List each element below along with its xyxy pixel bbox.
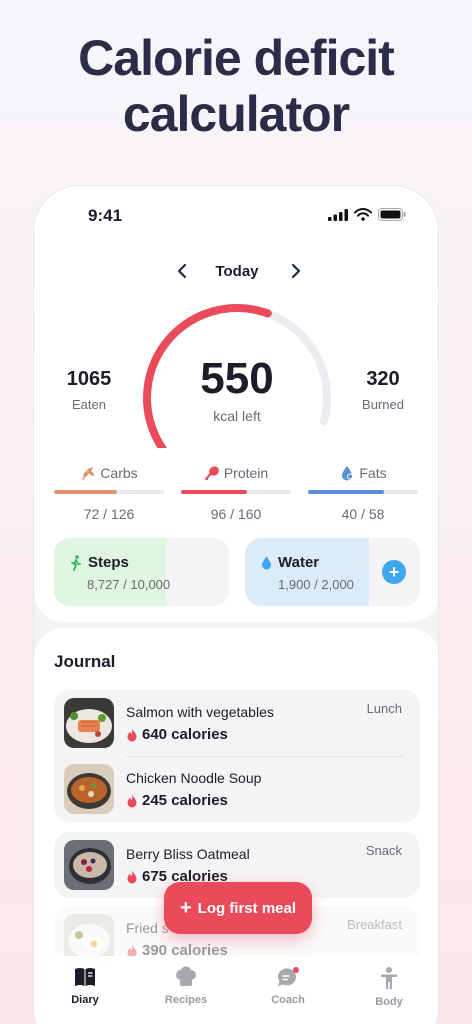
walking-icon: [71, 554, 81, 571]
meal-group-lunch[interactable]: Salmon with vegetables 640 calories Lunc…: [54, 690, 420, 822]
eaten-label: Eaten: [72, 397, 106, 412]
tab-recipes[interactable]: Recipes: [151, 966, 221, 1006]
tab-body[interactable]: Body: [354, 966, 424, 1008]
water-progress-fill: [245, 538, 370, 606]
macro-fats-label: Fats: [359, 465, 387, 481]
tab-body-label: Body: [375, 996, 403, 1008]
water-tile[interactable]: Water 1,900 / 2,000 +: [245, 538, 420, 606]
tab-coach[interactable]: Coach: [253, 966, 323, 1006]
wifi-icon: [354, 208, 372, 221]
oil-icon: [342, 466, 354, 481]
meal-calories: 245 calories: [126, 792, 228, 809]
water-title: Water: [278, 554, 320, 571]
burned-label: Burned: [362, 397, 404, 412]
meal-item[interactable]: Salmon with vegetables 640 calories Lunc…: [54, 690, 420, 756]
water-drop-icon: [262, 556, 271, 569]
chat-icon: [277, 967, 299, 986]
meal-tag: Snack: [365, 843, 402, 858]
chef-hat-icon: [176, 966, 196, 986]
meal-tag: Breakfast: [347, 917, 402, 932]
macro-fats-bar-fill: [308, 490, 384, 494]
macro-carbs-value: 72 / 126: [83, 506, 135, 522]
body-icon: [381, 967, 397, 989]
macro-protein: Protein 96 / 160: [181, 464, 291, 522]
headline-line-1: Calorie deficit: [78, 30, 395, 86]
date-navigator: Today: [34, 260, 438, 282]
flame-icon: [127, 728, 137, 741]
eaten-stat: 1065 Eaten: [44, 368, 134, 412]
meal-name: Berry Bliss Oatmeal: [126, 846, 250, 862]
status-time: 9:41: [88, 206, 123, 225]
plus-icon: +: [179, 897, 192, 919]
meal-photo-soup: [64, 764, 114, 814]
meal-item[interactable]: Chicken Noodle Soup 245 calories: [54, 756, 420, 822]
signal-icon: [328, 208, 348, 221]
summary-card: 9:41 Today 550 kcal left 1065 Eaten 320 …: [34, 186, 438, 622]
macro-carbs-bar: [54, 490, 164, 494]
add-water-button[interactable]: +: [382, 560, 406, 584]
macro-protein-bar: [181, 490, 291, 494]
steps-title: Steps: [88, 554, 129, 571]
headline-line-2: calculator: [122, 86, 350, 142]
macro-carbs-label: Carbs: [100, 465, 138, 481]
macro-fats: Fats 40 / 58: [308, 464, 418, 522]
steps-tile[interactable]: Steps 8,727 / 10,000: [54, 538, 229, 606]
chevron-right-icon[interactable]: [284, 260, 306, 282]
burned-stat: 320 Burned: [338, 368, 428, 412]
status-bar: 9:41: [34, 206, 438, 226]
eaten-value: 1065: [66, 368, 112, 390]
meal-tag: Lunch: [366, 701, 402, 716]
flame-icon: [127, 870, 137, 883]
meal-photo-salmon: [64, 698, 114, 748]
macro-carbs-bar-fill: [54, 490, 117, 494]
meal-name: Salmon with vegetables: [126, 704, 274, 720]
meal-name: Chicken Noodle Soup: [126, 770, 262, 786]
meal-calories: 640 calories: [126, 726, 228, 743]
book-icon: [75, 968, 95, 986]
tab-bar: Diary Recipes Coach Body: [34, 956, 438, 1024]
wheat-icon: [82, 467, 95, 480]
tab-diary-label: Diary: [71, 994, 99, 1006]
steps-value: 8,727 / 10,000: [87, 577, 171, 592]
log-first-meal-label: Log first meal: [197, 899, 297, 917]
phone-frame: 9:41 Today 550 kcal left 1065 Eaten 320 …: [33, 185, 439, 1024]
battery-icon: [378, 208, 406, 221]
log-first-meal-button[interactable]: + Log first meal: [164, 882, 312, 934]
macro-carbs: Carbs 72 / 126: [54, 464, 164, 522]
tab-coach-label: Coach: [271, 994, 305, 1006]
page-headline: Calorie deficit calculator: [0, 30, 472, 142]
drumstick-icon: [204, 466, 219, 481]
steps-progress-fill: [54, 538, 167, 606]
tab-recipes-label: Recipes: [164, 994, 208, 1006]
meal-calories-text: 245 calories: [142, 792, 228, 809]
macro-fats-value: 40 / 58: [341, 506, 385, 522]
flame-icon: [127, 794, 137, 807]
macro-protein-bar-fill: [181, 490, 247, 494]
macro-protein-label: Protein: [223, 465, 269, 481]
tab-diary[interactable]: Diary: [50, 966, 120, 1006]
burned-value: 320: [366, 368, 400, 390]
meal-photo-oatmeal: [64, 840, 114, 890]
water-value: 1,900 / 2,000: [278, 577, 354, 592]
meal-name: Fried s: [126, 920, 169, 936]
date-label: Today: [215, 263, 259, 280]
meal-calories-text: 640 calories: [142, 726, 228, 743]
journal-title: Journal: [54, 652, 116, 671]
macro-fats-bar: [308, 490, 418, 494]
macro-protein-value: 96 / 160: [210, 506, 262, 522]
